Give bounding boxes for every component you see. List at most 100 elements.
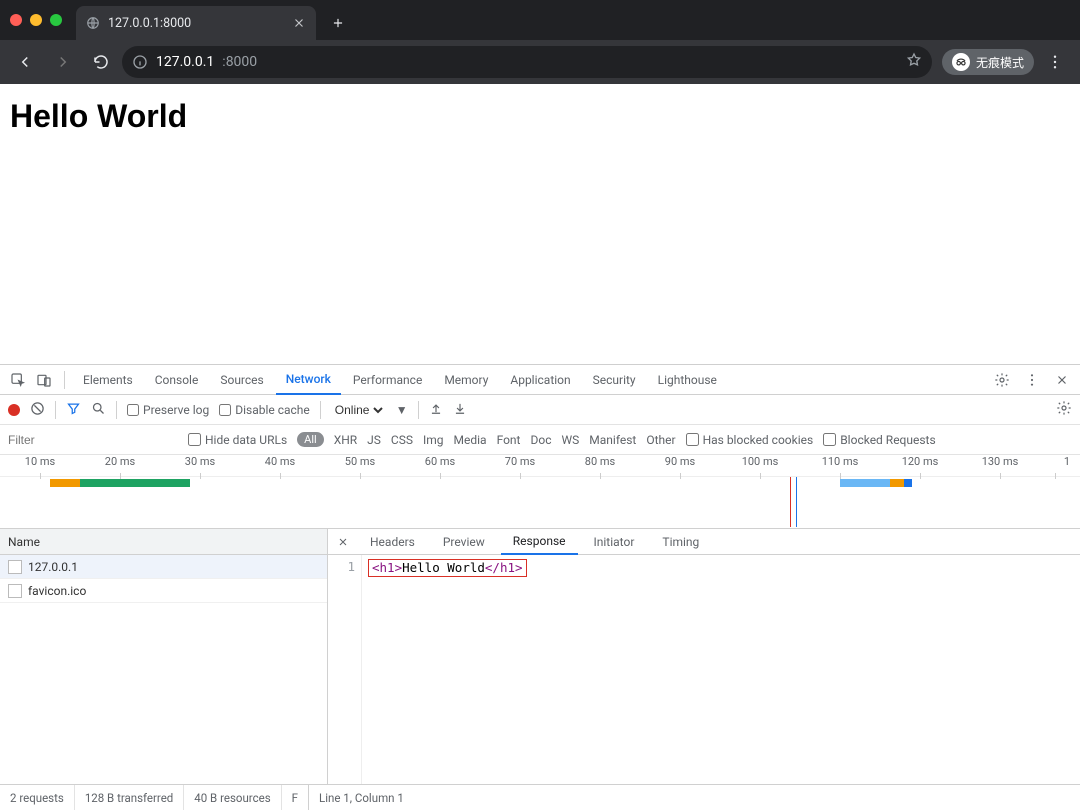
tab-sources[interactable]: Sources [210,365,273,395]
devtools-status-bar: 2 requests 128 B transferred 40 B resour… [0,784,1080,810]
filter-type[interactable]: Img [423,433,444,447]
devtools-more-icon[interactable] [1020,368,1044,392]
timeline-tick: 40 ms [240,455,320,476]
download-har-icon[interactable] [453,401,467,418]
response-code[interactable]: 1 <h1>Hello World</h1> [328,555,1080,784]
tab-memory[interactable]: Memory [434,365,498,395]
browser-tab[interactable]: 127.0.0.1:8000 [76,6,316,40]
network-timeline[interactable]: 10 ms 20 ms 30 ms 40 ms 50 ms 60 ms 70 m… [0,455,1080,529]
request-name: 127.0.0.1 [28,560,78,574]
network-filter-bar: Hide data URLs All XHR JS CSS Img Media … [0,425,1080,455]
request-detail: Headers Preview Response Initiator Timin… [328,529,1080,784]
tab-network[interactable]: Network [276,365,341,395]
request-list: Name 127.0.0.1 favicon.ico [0,529,328,784]
record-button[interactable] [8,404,20,416]
clear-button[interactable] [30,401,45,419]
timeline-tick: 70 ms [480,455,560,476]
detail-tab-response[interactable]: Response [501,529,578,555]
devtools-tabs: Elements Console Sources Network Perform… [0,365,1080,395]
timeline-tick: 80 ms [560,455,640,476]
globe-icon [86,16,100,30]
detail-tab-preview[interactable]: Preview [431,529,497,555]
window-controls [10,0,76,40]
blocked-requests-checkbox[interactable]: Blocked Requests [823,433,935,447]
maximize-window-button[interactable] [50,14,62,26]
timeline-bars [0,477,1080,527]
network-toolbar: Preserve log Disable cache Online ▼ [0,395,1080,425]
new-tab-button[interactable] [324,9,352,37]
close-window-button[interactable] [10,14,22,26]
status-resources: 40 B resources [184,785,281,810]
device-toolbar-icon[interactable] [32,368,56,392]
tab-console[interactable]: Console [145,365,209,395]
timeline-tick: 10 ms [0,455,80,476]
close-detail-icon[interactable] [332,536,354,548]
address-bar[interactable]: 127.0.0.1 :8000 [122,46,932,78]
incognito-icon [952,53,970,71]
throttling-select[interactable]: Online [331,402,386,418]
back-button[interactable] [8,45,42,79]
tab-title: 127.0.0.1:8000 [108,16,284,31]
filter-type[interactable]: Font [497,433,521,447]
timeline-tick: 100 ms [720,455,800,476]
url-port: :8000 [222,54,257,70]
disable-cache-checkbox[interactable]: Disable cache [219,403,310,417]
request-row[interactable]: 127.0.0.1 [0,555,327,579]
timeline-tick: 90 ms [640,455,720,476]
url-host: 127.0.0.1 [156,54,214,70]
filter-types: XHR JS CSS Img Media Font Doc WS Manifes… [334,433,676,447]
close-tab-icon[interactable] [292,16,306,30]
detail-tab-initiator[interactable]: Initiator [582,529,647,555]
timeline-tick: 1 [1040,455,1070,476]
tab-lighthouse[interactable]: Lighthouse [648,365,727,395]
filter-type[interactable]: Manifest [589,433,636,447]
inspect-element-icon[interactable] [6,368,30,392]
tab-security[interactable]: Security [583,365,646,395]
file-icon [8,560,22,574]
filter-all-pill[interactable]: All [297,432,324,447]
detail-tab-timing[interactable]: Timing [650,529,711,555]
status-transferred: 128 B transferred [75,785,184,810]
tab-elements[interactable]: Elements [73,365,143,395]
search-icon[interactable] [91,401,106,419]
minimize-window-button[interactable] [30,14,42,26]
incognito-badge[interactable]: 无痕模式 [942,49,1034,75]
filter-input[interactable] [8,433,178,447]
network-settings-icon[interactable] [1056,400,1072,419]
incognito-label: 无痕模式 [976,54,1024,71]
filter-type[interactable]: Media [454,433,487,447]
forward-button[interactable] [46,45,80,79]
has-blocked-cookies-checkbox[interactable]: Has blocked cookies [686,433,814,447]
preserve-log-checkbox[interactable]: Preserve log [127,403,209,417]
timeline-tick: 110 ms [800,455,880,476]
upload-har-icon[interactable] [429,401,443,418]
filter-type[interactable]: Doc [530,433,551,447]
page-content: Hello World [0,84,1080,364]
request-name: favicon.ico [28,584,86,598]
page-heading: Hello World [10,98,1070,135]
filter-type[interactable]: WS [561,433,579,447]
browser-menu-button[interactable] [1038,45,1072,79]
timeline-tick: 60 ms [400,455,480,476]
request-row[interactable]: favicon.ico [0,579,327,603]
filter-type[interactable]: JS [367,433,381,447]
timeline-tick: 20 ms [80,455,160,476]
detail-tab-headers[interactable]: Headers [358,529,427,555]
filter-toggle-icon[interactable] [66,401,81,419]
filter-type[interactable]: CSS [391,433,413,447]
devtools-settings-icon[interactable] [990,368,1014,392]
filter-type[interactable]: XHR [334,433,357,447]
status-cursor: Line 1, Column 1 [309,791,414,805]
bookmark-star-icon[interactable] [906,52,922,72]
devtools-panel: Elements Console Sources Network Perform… [0,364,1080,810]
detail-tabs: Headers Preview Response Initiator Timin… [328,529,1080,555]
reload-button[interactable] [84,45,118,79]
site-info-icon[interactable] [132,54,148,70]
request-list-header[interactable]: Name [0,529,327,555]
code-gutter: 1 [328,555,362,784]
tab-performance[interactable]: Performance [343,365,432,395]
filter-type[interactable]: Other [646,433,675,447]
tab-application[interactable]: Application [500,365,580,395]
devtools-close-icon[interactable] [1050,368,1074,392]
hide-data-urls-checkbox[interactable]: Hide data URLs [188,433,287,447]
